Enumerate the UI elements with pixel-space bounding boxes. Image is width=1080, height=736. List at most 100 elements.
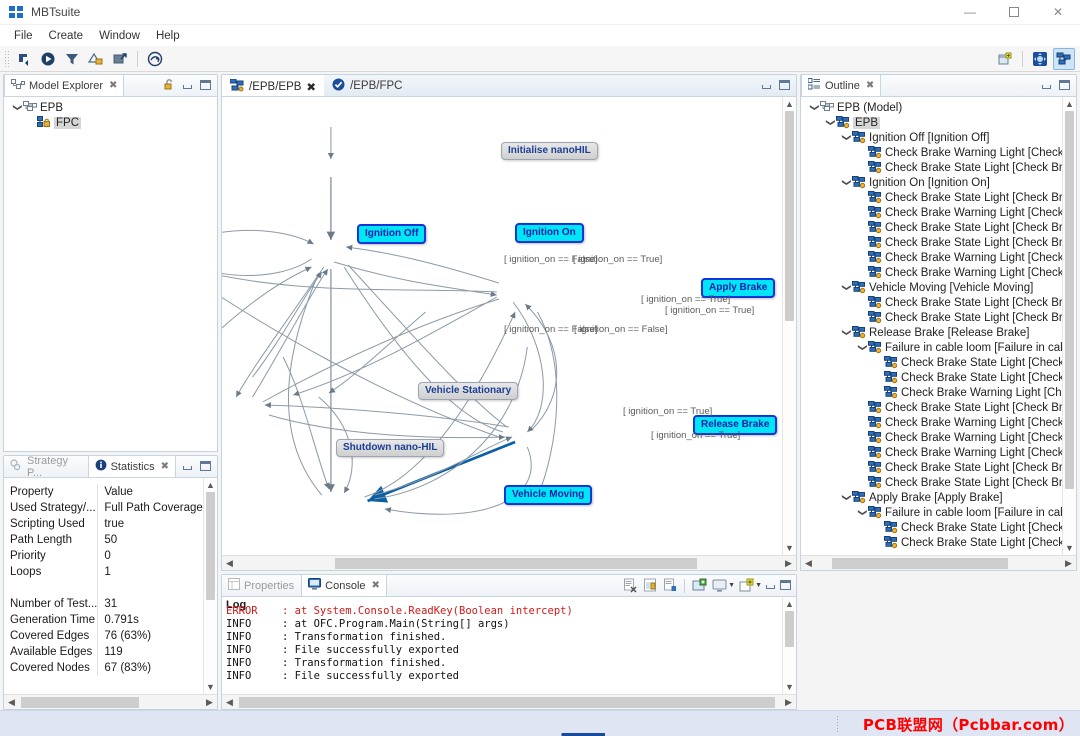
chevron-down-icon[interactable]: ❯	[841, 327, 852, 338]
minimize-view-icon[interactable]	[181, 80, 194, 91]
outline-vertical-scrollbar[interactable]: ▲ ▼	[1062, 97, 1076, 555]
outline-item[interactable]: ❯ Failure in cable loom [Failure in cable…	[805, 340, 1076, 355]
diagram-node[interactable]: Vehicle Moving	[504, 485, 593, 505]
close-icon[interactable]: ✖	[306, 80, 316, 94]
outline-item[interactable]: Check Brake Warning Light [Check Brake	[805, 430, 1076, 445]
model-explorer-item[interactable]: ❯ EPB	[8, 100, 217, 115]
perspective-modeling-icon[interactable]	[1029, 48, 1051, 70]
outline-tree[interactable]: ❯ EPB (Model) ❯ EPB ❯ Ignition Off [Ignition …	[801, 97, 1076, 550]
new-console-dropdown-icon[interactable]: ▼	[755, 582, 762, 589]
scroll-thumb[interactable]	[206, 492, 215, 600]
outline-item[interactable]: Check Brake Warning Light [Check Brake	[805, 265, 1076, 280]
outline-item[interactable]: Check Brake State Light [Check Brake Sta…	[805, 160, 1076, 175]
maximize-button[interactable]	[992, 0, 1036, 25]
open-console-icon[interactable]	[690, 577, 708, 595]
scroll-left-icon[interactable]: ◀	[222, 697, 237, 708]
menu-file[interactable]: File	[6, 28, 41, 44]
chevron-down-icon[interactable]: ❯	[825, 117, 836, 128]
model-explorer-tree[interactable]: ❯ EPB FPC	[4, 97, 217, 130]
outline-item[interactable]: Check Brake State Light [Check Brake Sta…	[805, 400, 1076, 415]
new-console-icon[interactable]	[737, 577, 755, 595]
scroll-left-icon[interactable]: ◀	[222, 558, 237, 569]
tab-properties[interactable]: Properties	[222, 575, 301, 596]
scroll-left-icon[interactable]: ◀	[801, 558, 816, 569]
toolbar-grip[interactable]	[4, 49, 9, 68]
scroll-up-icon[interactable]: ▲	[783, 597, 797, 611]
display-console-dropdown-icon[interactable]: ▼	[728, 582, 735, 589]
diagram-node[interactable]: Shutdown nano-HIL	[336, 439, 445, 457]
maximize-view-icon[interactable]	[779, 580, 792, 591]
outline-item[interactable]: Check Brake State Light [Check Brake Sta…	[805, 220, 1076, 235]
scroll-down-icon[interactable]: ▼	[783, 541, 797, 555]
outline-item[interactable]: Check Brake Warning Light [Check Brake	[805, 145, 1076, 160]
outline-item[interactable]: Check Brake State Light [Check Brake Sta…	[805, 475, 1076, 490]
scroll-left-icon[interactable]: ◀	[4, 697, 19, 708]
import-model-icon[interactable]	[13, 48, 35, 70]
scroll-thumb[interactable]	[832, 557, 1008, 569]
run-generation-icon[interactable]	[37, 48, 59, 70]
console-vertical-scrollbar[interactable]: ▲ ▼	[782, 597, 796, 694]
outline-item[interactable]: Check Brake Warning Light [Check Brake	[805, 445, 1076, 460]
tab-model-explorer[interactable]: Model Explorer ✖	[4, 74, 125, 96]
scroll-thumb[interactable]	[239, 696, 775, 708]
diagram-node[interactable]: Ignition Off	[357, 224, 427, 244]
chevron-down-icon[interactable]: ❯	[841, 282, 852, 293]
console-horizontal-scrollbar[interactable]: ◀ ▶	[222, 694, 796, 709]
scroll-thumb[interactable]	[335, 557, 697, 569]
maximize-view-icon[interactable]	[199, 461, 212, 472]
outline-item[interactable]: Check Brake Warning Light [Check Brake	[805, 205, 1076, 220]
outline-item[interactable]: ❯ Ignition Off [Ignition Off]	[805, 130, 1076, 145]
model-explorer-item[interactable]: FPC	[8, 115, 217, 130]
chevron-down-icon[interactable]: ❯	[857, 342, 868, 353]
scroll-track[interactable]	[237, 695, 781, 710]
scroll-right-icon[interactable]: ▶	[202, 697, 217, 708]
scroll-up-icon[interactable]: ▲	[1063, 97, 1077, 111]
diagram-node[interactable]: Initialise nanoHIL	[501, 142, 598, 160]
minimize-view-icon[interactable]	[181, 461, 194, 472]
diagram-canvas[interactable]: Initialise nanoHIL Ignition Off Ignition O…	[222, 97, 796, 555]
outline-item[interactable]: Check Brake State Light [Check Brake Sta…	[805, 310, 1076, 325]
menu-create[interactable]: Create	[41, 28, 92, 44]
close-icon[interactable]: ✖	[866, 80, 874, 91]
tab-statistics[interactable]: Statistics ✖	[87, 455, 176, 477]
outline-item[interactable]: Check Brake State Light [Check Brake Sta…	[805, 460, 1076, 475]
open-external-icon[interactable]	[109, 48, 131, 70]
outline-item[interactable]: Check Brake State Light [Check Brake S	[805, 370, 1076, 385]
outline-item[interactable]: Check Brake State Light [Check Brake Sta…	[805, 295, 1076, 310]
minimize-view-icon[interactable]	[1040, 80, 1053, 91]
close-button[interactable]: ✕	[1036, 0, 1080, 25]
diagram-node[interactable]: Ignition On	[515, 223, 584, 243]
lock-scroll-icon[interactable]	[641, 577, 659, 595]
unlock-icon[interactable]	[163, 78, 176, 94]
chevron-down-icon[interactable]: ❯	[841, 177, 852, 188]
scroll-up-icon[interactable]: ▲	[783, 97, 797, 111]
diagram-vertical-scrollbar[interactable]: ▲ ▼	[782, 97, 796, 555]
pin-console-icon[interactable]	[661, 577, 679, 595]
minimize-button[interactable]: —	[948, 0, 992, 25]
minimize-view-icon[interactable]	[760, 80, 773, 91]
scroll-thumb[interactable]	[21, 696, 139, 708]
outline-horizontal-scrollbar[interactable]: ◀ ▶	[801, 555, 1076, 570]
outline-item[interactable]: Check Brake State Light [Check Brake S	[805, 355, 1076, 370]
outline-item[interactable]: ❯ Failure in cable loom [Failure in cable…	[805, 505, 1076, 520]
chevron-down-icon[interactable]: ❯	[841, 492, 852, 503]
console-body[interactable]: Log ERROR: at System.Console.ReadKey(Boo…	[222, 597, 796, 694]
outline-item[interactable]: ❯ EPB (Model)	[805, 100, 1076, 115]
navigate-icon[interactable]	[144, 48, 166, 70]
diagram-horizontal-scrollbar[interactable]: ◀ ▶	[222, 555, 796, 570]
outline-item[interactable]: ❯ Release Brake [Release Brake]	[805, 325, 1076, 340]
tab-epb-epb[interactable]: /EPB/EPB ✖	[222, 75, 325, 96]
scroll-thumb[interactable]	[785, 611, 794, 647]
scroll-thumb[interactable]	[1065, 111, 1074, 489]
export-icon[interactable]	[85, 48, 107, 70]
outline-item[interactable]: Check Brake Warning Light [Check Brake	[805, 250, 1076, 265]
tab-strategy-properties[interactable]: Strategy P...	[4, 455, 88, 479]
outline-item[interactable]: ❯ Vehicle Moving [Vehicle Moving]	[805, 280, 1076, 295]
status-resize-grip[interactable]	[836, 715, 840, 733]
diagram-node[interactable]: Vehicle Stationary	[418, 382, 519, 400]
clear-console-icon[interactable]	[621, 577, 639, 595]
menu-window[interactable]: Window	[91, 28, 148, 44]
maximize-view-icon[interactable]	[1058, 80, 1071, 91]
scroll-track[interactable]	[19, 695, 202, 710]
scroll-track[interactable]	[237, 556, 781, 571]
